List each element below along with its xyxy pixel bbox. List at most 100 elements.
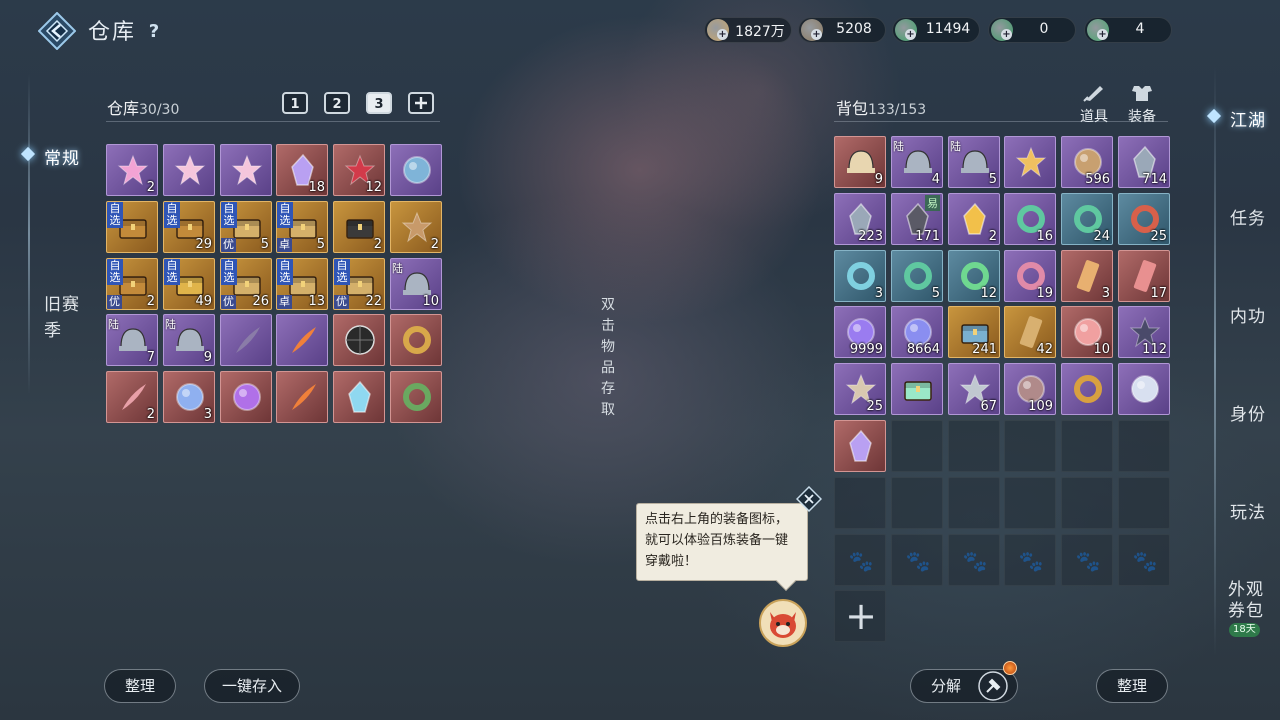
backpack-item-slot[interactable]: 19	[1004, 250, 1056, 302]
backpack-item-slot[interactable]: 9	[834, 136, 886, 188]
add-currency-icon[interactable]: +	[1097, 29, 1108, 40]
backpack-locked-slot[interactable]: 🐾	[891, 534, 943, 586]
warehouse-item-slot[interactable]: 自选 49	[163, 258, 215, 310]
warehouse-page-add-icon[interactable]	[408, 92, 434, 114]
warehouse-page-2[interactable]: 2	[324, 92, 350, 114]
warehouse-item-slot[interactable]: 18	[276, 144, 328, 196]
backpack-item-slot[interactable]: 16	[1004, 193, 1056, 245]
tab-jianghu[interactable]: 江湖	[1230, 106, 1266, 131]
tab-gameplay[interactable]: 玩法	[1230, 498, 1266, 523]
currency-jade-ring[interactable]: +4	[1084, 17, 1172, 43]
warehouse-item-slot[interactable]	[390, 314, 442, 366]
tab-neigong[interactable]: 内功	[1230, 302, 1266, 327]
backpack-item-slot[interactable]: 112	[1118, 306, 1170, 358]
tab-regular[interactable]: 常规	[44, 144, 80, 169]
backpack-item-slot[interactable]: 17	[1118, 250, 1170, 302]
backpack-item-slot[interactable]: 42	[1004, 306, 1056, 358]
backpack-empty-slot[interactable]	[1004, 420, 1056, 472]
backpack-item-slot[interactable]: 714	[1118, 136, 1170, 188]
warehouse-item-slot[interactable]: 3	[163, 371, 215, 423]
backpack-locked-slot[interactable]: 🐾	[834, 534, 886, 586]
backpack-item-slot[interactable]: 8664	[891, 306, 943, 358]
backpack-item-slot[interactable]: 223	[834, 193, 886, 245]
warehouse-item-slot[interactable]	[220, 144, 272, 196]
backpack-item-slot[interactable]: 10	[1061, 306, 1113, 358]
backpack-item-slot[interactable]: 5	[891, 250, 943, 302]
backpack-empty-slot[interactable]	[948, 477, 1000, 529]
backpack-item-slot[interactable]: 易 171	[891, 193, 943, 245]
backpack-empty-slot[interactable]	[891, 420, 943, 472]
backpack-locked-slot[interactable]: 🐾	[948, 534, 1000, 586]
warehouse-item-slot[interactable]: 自选优 22	[333, 258, 385, 310]
currency-jade-bead[interactable]: +0	[988, 17, 1076, 43]
backpack-item-slot[interactable]: 3	[1061, 250, 1113, 302]
tab-outfit-voucher[interactable]: 外观券包	[1228, 580, 1268, 622]
warehouse-item-slot[interactable]	[390, 144, 442, 196]
backpack-item-slot[interactable]: 陆4	[891, 136, 943, 188]
add-currency-icon[interactable]: +	[811, 29, 822, 40]
warehouse-item-slot[interactable]	[276, 314, 328, 366]
backpack-locked-slot[interactable]: 🐾	[1004, 534, 1056, 586]
backpack-item-slot[interactable]	[1061, 363, 1113, 415]
help-icon[interactable]: ?	[142, 20, 166, 44]
warehouse-item-slot[interactable]: 自选优 26	[220, 258, 272, 310]
currency-coin[interactable]: +5208	[798, 17, 886, 43]
back-logo-icon[interactable]	[38, 12, 76, 50]
warehouse-item-slot[interactable]: 自选优 5	[220, 201, 272, 253]
currency-tael-note[interactable]: +1827万	[704, 17, 792, 43]
backpack-item-slot[interactable]: 241	[948, 306, 1000, 358]
backpack-empty-slot[interactable]	[1118, 477, 1170, 529]
deposit-all-button[interactable]: 一键存入	[204, 669, 300, 703]
backpack-item-slot[interactable]: 25	[834, 363, 886, 415]
expand-backpack-button[interactable]: +	[834, 590, 886, 642]
backpack-empty-slot[interactable]	[948, 420, 1000, 472]
warehouse-item-slot[interactable]: 自选卓 13	[276, 258, 328, 310]
warehouse-item-slot[interactable]: 2	[106, 144, 158, 196]
warehouse-item-slot[interactable]	[333, 314, 385, 366]
backpack-item-slot[interactable]	[1004, 136, 1056, 188]
backpack-empty-slot[interactable]	[1061, 420, 1113, 472]
warehouse-item-slot[interactable]	[220, 314, 272, 366]
backpack-item-slot[interactable]: 24	[1061, 193, 1113, 245]
backpack-item-slot[interactable]: 596	[1061, 136, 1113, 188]
close-tooltip-icon[interactable]	[796, 486, 822, 512]
warehouse-item-slot[interactable]: 自选优 2	[106, 258, 158, 310]
warehouse-page-1[interactable]: 1	[282, 92, 308, 114]
backpack-empty-slot[interactable]	[1061, 477, 1113, 529]
tab-identity[interactable]: 身份	[1230, 400, 1266, 425]
backpack-item-slot[interactable]: 2	[948, 193, 1000, 245]
backpack-item-slot[interactable]: 109	[1004, 363, 1056, 415]
warehouse-item-slot[interactable]	[163, 144, 215, 196]
backpack-locked-slot[interactable]: 🐾	[1061, 534, 1113, 586]
backpack-item-slot[interactable]: 9999	[834, 306, 886, 358]
warehouse-item-slot[interactable]: 陆 10	[390, 258, 442, 310]
backpack-item-slot[interactable]: 12	[948, 250, 1000, 302]
hammer-icon[interactable]	[978, 671, 1008, 701]
warehouse-item-slot[interactable]: 自选	[106, 201, 158, 253]
warehouse-item-slot[interactable]	[220, 371, 272, 423]
warehouse-item-slot[interactable]: 2	[390, 201, 442, 253]
warehouse-item-slot[interactable]	[390, 371, 442, 423]
add-currency-icon[interactable]: +	[1001, 29, 1012, 40]
mascot-fox-icon[interactable]	[758, 598, 808, 648]
backpack-empty-slot[interactable]	[834, 477, 886, 529]
warehouse-item-slot[interactable]: 12	[333, 144, 385, 196]
add-currency-icon[interactable]: +	[905, 29, 916, 40]
add-currency-icon[interactable]: +	[717, 29, 728, 40]
backpack-item-slot[interactable]: 25	[1118, 193, 1170, 245]
backpack-item-slot[interactable]: 陆5	[948, 136, 1000, 188]
backpack-empty-slot[interactable]	[1004, 477, 1056, 529]
warehouse-item-slot[interactable]: 2	[333, 201, 385, 253]
backpack-locked-slot[interactable]: 🐾	[1118, 534, 1170, 586]
warehouse-item-slot[interactable]	[333, 371, 385, 423]
tab-props[interactable]: 道具	[1076, 84, 1112, 126]
warehouse-item-slot[interactable]: 陆9	[163, 314, 215, 366]
backpack-empty-slot[interactable]	[891, 477, 943, 529]
warehouse-item-slot[interactable]: 自选 29	[163, 201, 215, 253]
backpack-item-slot[interactable]	[1118, 363, 1170, 415]
warehouse-item-slot[interactable]: 陆7	[106, 314, 158, 366]
warehouse-page-3[interactable]: 3	[366, 92, 392, 114]
backpack-item-slot[interactable]: 3	[834, 250, 886, 302]
warehouse-item-slot[interactable]: 自选卓 5	[276, 201, 328, 253]
backpack-empty-slot[interactable]	[1118, 420, 1170, 472]
